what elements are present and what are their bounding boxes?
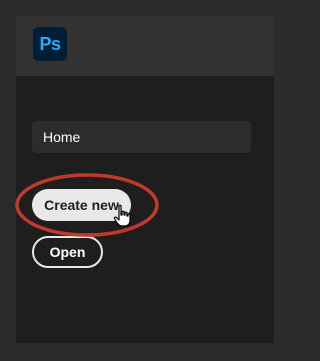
create-new-label: Create new — [44, 197, 119, 213]
open-label: Open — [49, 244, 86, 260]
hand-pointer-icon — [113, 204, 131, 227]
panel-header: Ps — [16, 16, 274, 76]
logo-text: Ps — [39, 33, 61, 54]
photoshop-logo: Ps — [33, 27, 67, 61]
nav-item-home-label: Home — [43, 129, 81, 145]
app-window: Ps Home Create new Open — [0, 0, 288, 361]
open-button[interactable]: Open — [32, 236, 103, 268]
nav-item-home[interactable]: Home — [32, 121, 251, 153]
home-panel: Ps Home Create new Open — [16, 16, 274, 343]
